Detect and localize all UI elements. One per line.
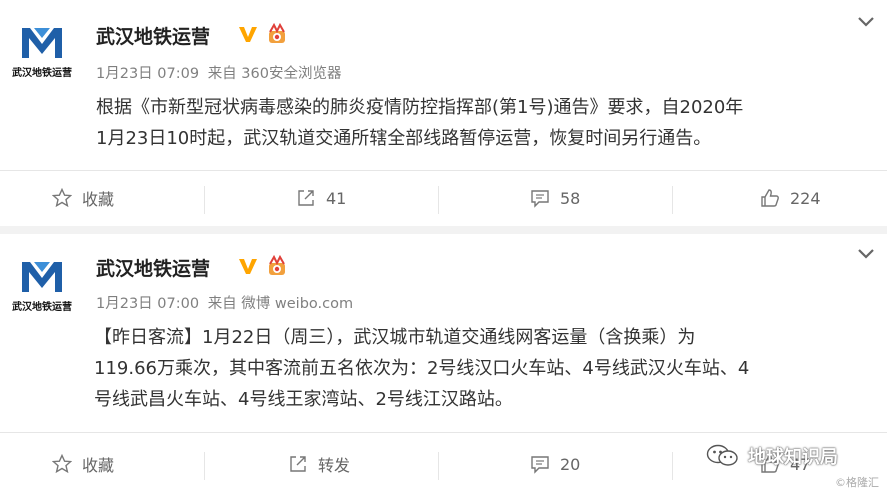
repost-count: 41 [326,188,347,208]
divider [204,186,205,214]
repost-label: 转发 [318,456,351,475]
metro-logo-icon [22,28,62,58]
post-body: 【昨日客流】1月22日（周三），武汉城市轨道交通线网客运量（含换乘）为 119.… [94,322,880,415]
favorite-label: 收藏 [82,190,115,209]
watermark: 地球知识局 [706,443,838,469]
comment-count: 58 [560,188,581,208]
metro-logo-icon [22,262,62,292]
thumbs-up-icon [761,189,779,207]
post-body-line: 【昨日客流】1月22日（周三），武汉城市轨道交通线网客运量（含换乘）为 [94,327,696,348]
divider [204,452,205,480]
post-meta: 1月23日 07:00 来自 微博 weibo.com [96,292,357,313]
verified-v-icon [239,27,257,42]
post-source: 来自 360安全浏览器 [207,66,342,82]
avatar[interactable]: 武汉地铁运营 [6,256,78,318]
post-body-line: 119.66万乘次，其中客流前五名依次为：2号线汉口火车站、4号线武汉火车站、4 [94,358,750,379]
medal-badge-icon [269,23,285,43]
comment-icon [531,456,549,474]
post-body-line: 根据《市新型冠状病毒感染的肺炎疫情防控指挥部(第1号)通告》要求，自2020年 [96,97,744,118]
post-time[interactable]: 1月23日 07:00 [96,296,199,312]
logo-wordmark: 武汉地铁运营 [12,302,72,313]
comment-icon [531,190,549,208]
divider [672,186,673,214]
comment-button[interactable]: 20 [530,444,580,484]
comment-count: 20 [560,454,581,474]
chevron-down-icon[interactable] [857,248,875,260]
share-icon [290,456,306,472]
avatar[interactable]: 武汉地铁运营 [6,22,78,84]
star-icon [52,188,72,208]
account-name[interactable]: 武汉地铁运营 [96,22,210,49]
post-source: 来自 微博 weibo.com [207,296,354,312]
logo-wordmark: 武汉地铁运营 [12,68,72,79]
post-body: 根据《市新型冠状病毒感染的肺炎疫情防控指挥部(第1号)通告》要求，自2020年 … [96,92,876,154]
weibo-post-1: 武汉地铁运营 武汉地铁运营 1月23日 07:09 来自 360安全浏览器 根据… [0,0,887,226]
divider [0,432,887,433]
like-count: 224 [790,188,821,208]
post-time[interactable]: 1月23日 07:09 [96,66,199,82]
share-icon [298,190,314,206]
watermark-text: 地球知识局 [748,447,838,468]
like-button[interactable]: 224 [760,178,821,218]
divider [438,452,439,480]
divider [438,186,439,214]
comment-button[interactable]: 58 [530,178,580,218]
favorite-button[interactable]: 收藏 [52,178,114,218]
chevron-down-icon[interactable] [857,16,875,28]
post-body-line: 1月23日10时起，武汉轨道交通所辖全部线路暂停运营，恢复时间另行通告。 [96,128,712,149]
account-name[interactable]: 武汉地铁运营 [96,254,210,281]
action-bar: 收藏 41 58 224 [0,178,887,218]
wechat-icon [706,444,738,466]
divider [672,452,673,480]
medal-badge-icon [269,255,285,275]
favorite-button[interactable]: 收藏 [52,444,114,484]
watermark-sub: ©格隆汇 [835,476,879,489]
repost-button[interactable]: 41 [296,178,346,218]
star-icon [52,454,72,474]
verified-v-icon [239,259,257,274]
favorite-label: 收藏 [82,456,115,475]
post-meta: 1月23日 07:09 来自 360安全浏览器 [96,62,345,83]
divider [0,170,887,171]
post-body-line: 号线武昌火车站、4号线王家湾站、2号线江汉路站。 [94,389,513,410]
repost-button[interactable]: 转发 [288,444,350,484]
